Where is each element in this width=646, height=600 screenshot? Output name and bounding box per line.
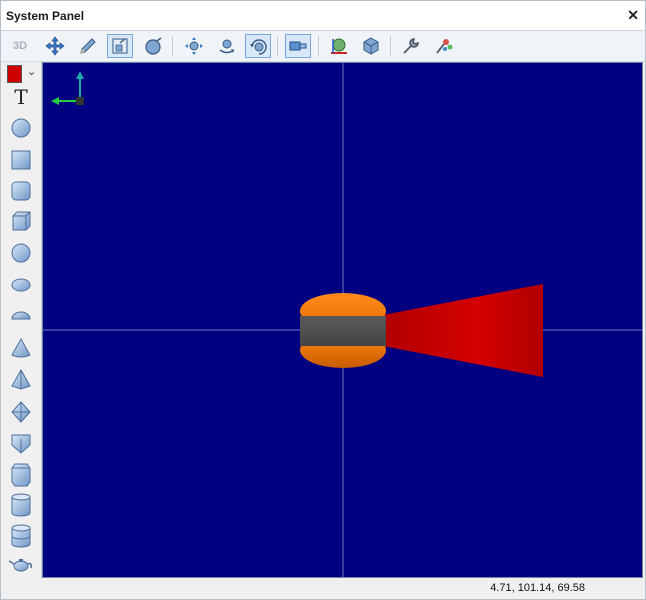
coordinates-readout: 4.71, 101.14, 69.58 <box>490 582 585 594</box>
cone-shape <box>383 284 543 377</box>
zoom-box-button[interactable] <box>107 34 133 58</box>
octahedron-icon[interactable] <box>11 401 31 423</box>
pyramid-icon[interactable] <box>11 368 31 390</box>
ellipsoid-icon[interactable] <box>11 278 31 292</box>
rotate-icon <box>219 39 235 54</box>
system-panel-window: System Panel ✕ 3D ⌄ T 4.71, 101.14, 69.5… <box>0 0 646 600</box>
pan-button[interactable] <box>181 34 207 58</box>
zoom-box-icon <box>112 38 128 54</box>
prism-icon[interactable] <box>11 434 31 454</box>
3d-viewport[interactable] <box>42 62 643 578</box>
move-button[interactable] <box>42 34 68 58</box>
cylinder-icon[interactable] <box>11 493 31 517</box>
pencil-icon <box>80 38 96 54</box>
axis-icon <box>331 38 347 54</box>
status-bar: 4.71, 101.14, 69.58 <box>1 578 645 599</box>
pan-icon <box>185 37 203 55</box>
view-box-button[interactable] <box>285 34 311 58</box>
pencil-button[interactable] <box>75 34 101 58</box>
toolbar-separator <box>172 36 173 56</box>
settings-tools-icon <box>436 39 453 54</box>
close-icon[interactable]: ✕ <box>627 7 639 24</box>
cone-icon[interactable] <box>11 337 31 358</box>
shape-tools <box>8 118 32 572</box>
scene-canvas <box>43 63 642 577</box>
settings-tools-button[interactable] <box>431 34 457 58</box>
axis-button[interactable] <box>326 34 352 58</box>
orbit-icon <box>250 39 267 55</box>
wrench-button[interactable] <box>398 34 424 58</box>
toolbar-separator <box>318 36 319 56</box>
teapot-icon[interactable] <box>8 559 32 572</box>
square-icon[interactable] <box>11 150 31 170</box>
move-icon <box>45 36 65 56</box>
toolbar: 3D <box>1 31 645 62</box>
cube-icon[interactable] <box>12 211 31 231</box>
rotate-button[interactable] <box>214 34 240 58</box>
wrench-icon <box>403 38 419 54</box>
cube-view-button[interactable] <box>358 34 384 58</box>
axis-gizmo <box>51 71 84 105</box>
window-title: System Panel <box>6 9 85 23</box>
hex-prism-icon[interactable] <box>11 463 31 487</box>
zoom-icon <box>145 37 162 55</box>
drum-icon[interactable] <box>11 524 31 548</box>
3d-model <box>300 284 543 377</box>
3d-toggle-button[interactable]: 3D <box>7 34 33 58</box>
rounded-square-icon[interactable] <box>11 181 31 201</box>
half-ellipsoid-icon[interactable] <box>11 311 31 320</box>
cylinder-band <box>300 316 386 346</box>
toolbar-separator <box>390 36 391 56</box>
view-box-icon <box>289 41 307 51</box>
cube-view-icon <box>363 37 379 55</box>
orbit-button[interactable] <box>245 34 271 58</box>
sphere-icon[interactable] <box>11 243 31 263</box>
shape-sidebar: ⌄ T <box>1 62 42 578</box>
title-bar: System Panel ✕ <box>1 1 645 31</box>
zoom-button[interactable] <box>140 34 166 58</box>
toolbar-separator <box>277 36 278 56</box>
circle-icon[interactable] <box>11 118 31 138</box>
